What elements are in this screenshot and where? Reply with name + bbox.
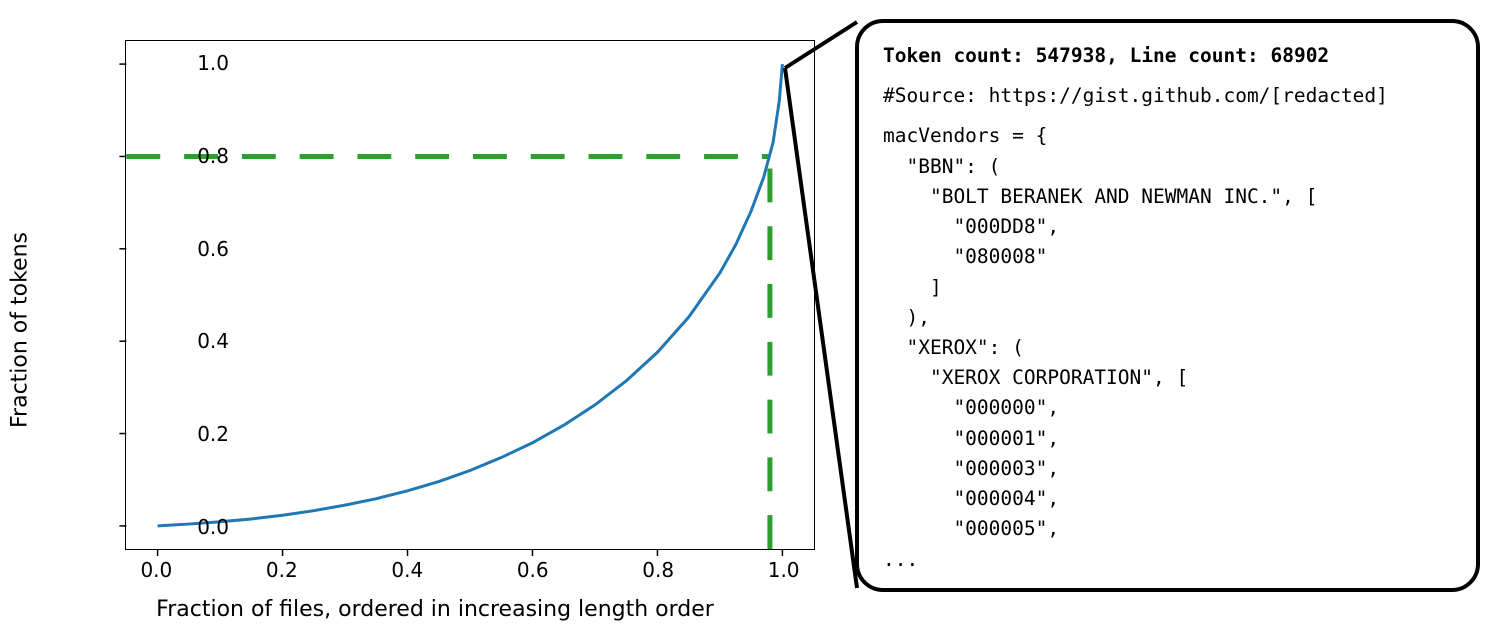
callout-code-block: macVendors = { "BBN": ( "BOLT BERANEK AN… — [883, 121, 1456, 574]
x-tick-label: 1.0 — [768, 558, 800, 582]
callout-header: Token count: 547938, Line count: 68902 — [883, 41, 1456, 71]
y-tick-label: 0.4 — [169, 329, 229, 353]
code-callout-box: Token count: 547938, Line count: 68902 #… — [855, 19, 1480, 592]
x-tick-label: 0.4 — [391, 558, 423, 582]
callout-source-line: #Source: https://gist.github.com/[redact… — [883, 81, 1456, 111]
chart-area: Fraction of tokens 0.00.20.40.60.81.0 0.… — [35, 40, 835, 620]
y-tick-label: 1.0 — [169, 51, 229, 75]
y-tick-label: 0.0 — [169, 515, 229, 539]
x-tick-label: 0.2 — [266, 558, 298, 582]
y-axis-label: Fraction of tokens — [8, 232, 33, 428]
x-tick-label: 0.6 — [517, 558, 549, 582]
x-axis-label: Fraction of files, ordered in increasing… — [35, 597, 835, 622]
figure-container: Fraction of tokens 0.0 0.2 0.4 0.6 0.8 1.0 0.… — [0, 0, 1494, 639]
plot-box — [125, 40, 815, 550]
x-tick-label: 0.0 — [140, 558, 172, 582]
y-tick-label: 0.8 — [169, 144, 229, 168]
x-tick-label: 0.8 — [642, 558, 674, 582]
y-tick-label: 0.2 — [169, 422, 229, 446]
cumulative-curve — [158, 64, 783, 526]
plot-svg — [126, 41, 814, 549]
y-tick-label: 0.6 — [169, 237, 229, 261]
